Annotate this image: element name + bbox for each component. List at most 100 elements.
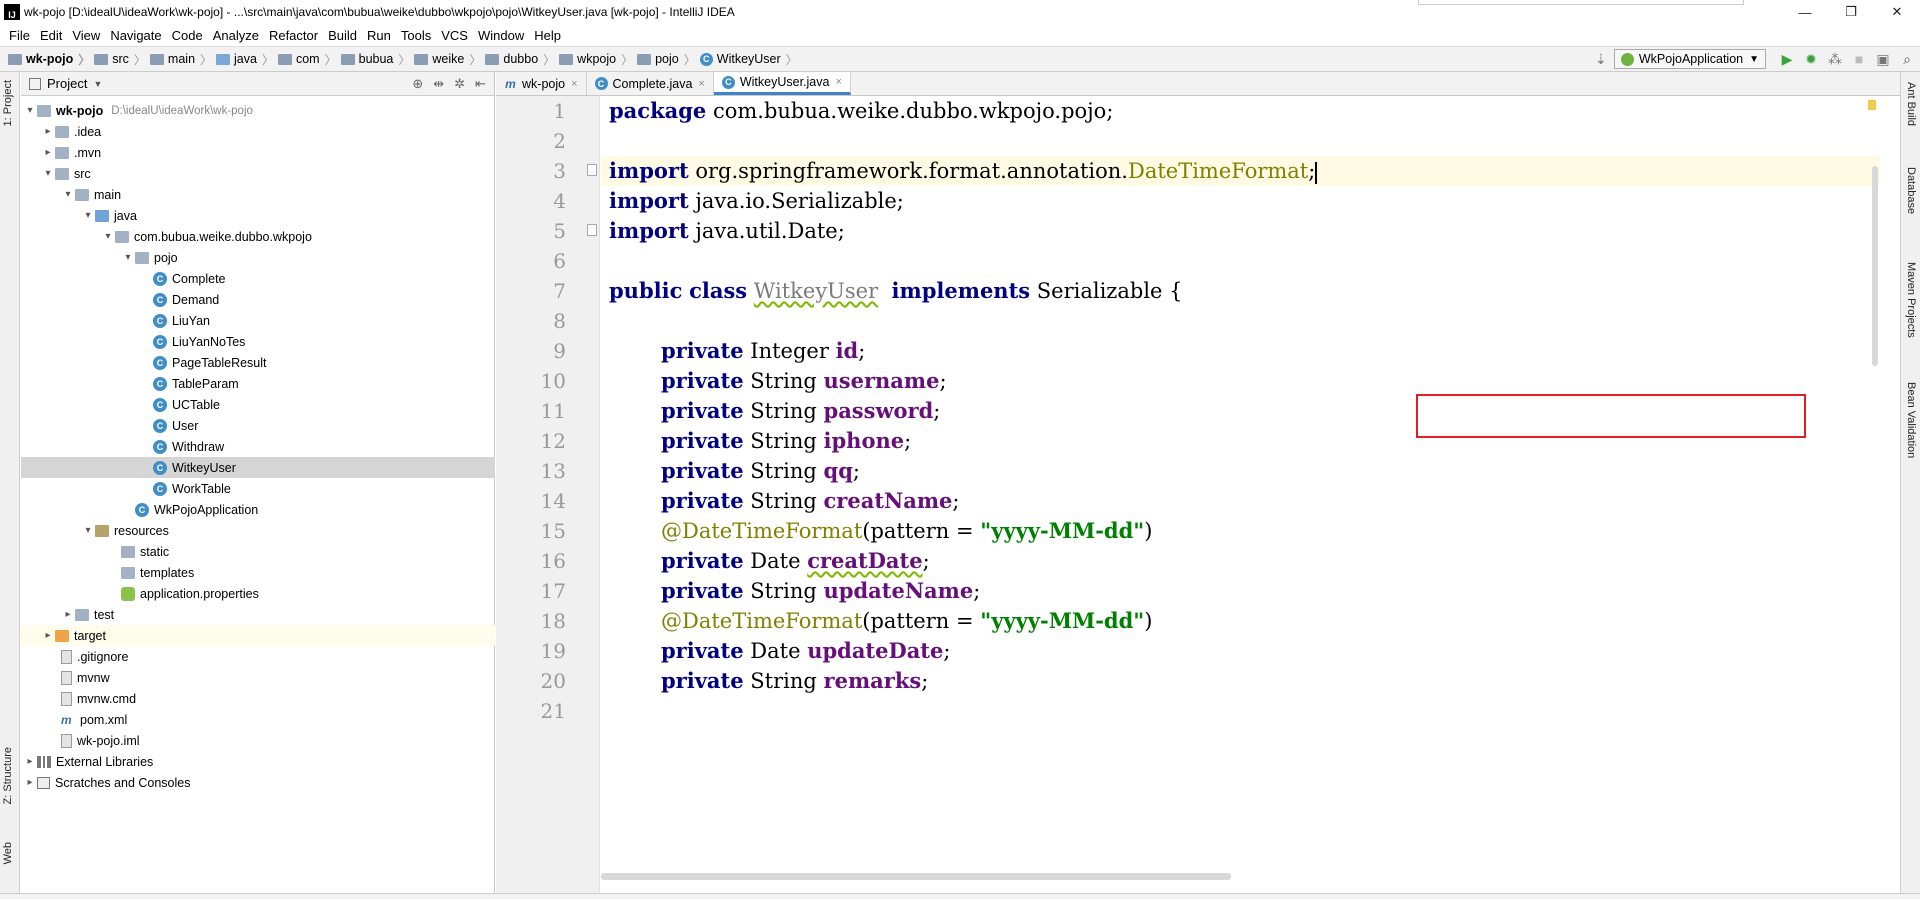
tree-item[interactable]: ▸ .idea [21,121,495,142]
tree-item[interactable]: application.properties [21,583,495,604]
tree-item[interactable]: C Demand [21,289,495,310]
tree-item[interactable]: ▸ test [21,604,495,625]
menu-navigate[interactable]: Navigate [105,28,166,43]
menu-help[interactable]: Help [529,28,566,43]
menu-window[interactable]: Window [473,28,529,43]
tree-item[interactable]: templates [21,562,495,583]
breadcrumb-java[interactable]: java 〉 [216,51,274,68]
expand-down-icon[interactable]: ▾ [81,210,95,221]
tree-item[interactable]: ▾ java [21,205,495,226]
coverage-icon[interactable]: ⁂ [1824,49,1846,69]
tool-tab-database[interactable]: Database [1905,167,1917,214]
tree-item[interactable]: ▸ External Libraries [21,751,495,772]
close-button[interactable]: ✕ [1874,0,1920,24]
tree-item[interactable]: ▾ main [21,184,495,205]
project-view-title[interactable]: Project [47,76,87,91]
expand-down-icon[interactable]: ▾ [121,252,135,263]
tree-item-root[interactable]: ▾ wk-pojo D:\idealU\ideaWork\wk-pojo [21,100,495,121]
menu-vcs[interactable]: VCS [436,28,473,43]
tree-item[interactable]: ▸ .mvn [21,142,495,163]
inspection-status-icon[interactable] [1868,100,1876,110]
menu-analyze[interactable]: Analyze [208,28,264,43]
tree-item[interactable]: wk-pojo.iml [21,730,495,751]
run-configuration-select[interactable]: WkPojoApplication ▼ [1613,49,1766,69]
breadcrumb-main[interactable]: main 〉 [149,51,212,68]
expand-down-icon[interactable]: ▾ [101,231,115,242]
breadcrumb-witkeyuser[interactable]: C WitkeyUser 〉 [699,51,798,68]
expand-down-icon[interactable]: ▾ [81,525,95,536]
tree-item[interactable]: C UCTable [21,394,495,415]
scrollbar-thumb[interactable] [1872,166,1878,366]
tree-item[interactable]: C Complete [21,268,495,289]
expand-down-icon[interactable]: ▾ [61,189,75,200]
tree-item[interactable]: C LiuYanNoTes [21,331,495,352]
chevron-down-icon[interactable]: ▼ [93,79,102,89]
breadcrumb-weike[interactable]: weike 〉 [414,51,481,68]
expand-right-icon[interactable]: ▸ [61,609,75,620]
collapse-all-icon[interactable]: ⇹ [433,76,444,92]
locate-icon[interactable]: ⊕ [412,76,423,92]
tree-item[interactable]: C Withdraw [21,436,495,457]
menu-run[interactable]: Run [362,28,396,43]
breadcrumb-wk-pojo[interactable]: wk-pojo 〉 [8,51,90,68]
tab-witkeyuser-java[interactable]: C WitkeyUser.java × [713,72,851,95]
breadcrumb-com[interactable]: com 〉 [277,51,337,68]
hide-icon[interactable]: ⇤ [475,76,486,92]
tree-item[interactable]: mvnw [21,667,495,688]
expand-down-icon[interactable]: ▾ [41,168,55,179]
minimize-button[interactable]: — [1782,0,1828,24]
gear-icon[interactable]: ✲ [454,76,465,92]
close-icon[interactable]: × [698,78,704,90]
breadcrumb-wkpojo[interactable]: wkpojo 〉 [559,51,633,68]
tree-item[interactable]: m pom.xml [21,709,495,730]
expand-right-icon[interactable]: ▸ [23,777,37,788]
menu-code[interactable]: Code [167,28,208,43]
debug-icon[interactable]: ✹ [1800,49,1822,69]
breadcrumb-dubbo[interactable]: dubbo 〉 [485,51,555,68]
expand-right-icon[interactable]: ▸ [23,756,37,767]
tool-tab-structure[interactable]: Z: Structure [2,747,14,804]
menu-view[interactable]: View [67,28,105,43]
tree-item[interactable]: ▾ src [21,163,495,184]
tree-item[interactable]: .gitignore [21,646,495,667]
tree-item[interactable]: C WkPojoApplication [21,499,495,520]
tree-item[interactable]: C LiuYan [21,310,495,331]
breadcrumb-src[interactable]: src 〉 [94,51,146,68]
stop-icon[interactable]: ■ [1848,49,1870,69]
menu-tools[interactable]: Tools [396,28,436,43]
tool-tab-maven-projects[interactable]: Maven Projects [1905,262,1917,338]
tree-item[interactable]: ▸ Scratches and Consoles [21,772,495,793]
tree-item[interactable]: mvnw.cmd [21,688,495,709]
tool-tab-ant-build[interactable]: Ant Build [1905,82,1917,126]
tree-item[interactable]: ▸ target [21,625,495,646]
vertical-scrollbar[interactable] [1866,96,1880,876]
tool-tab-bean-validation[interactable]: Bean Validation [1905,382,1917,458]
tree-item[interactable]: C TableParam [21,373,495,394]
expand-down-icon[interactable]: ▾ [23,105,37,116]
breadcrumb-pojo[interactable]: pojo 〉 [637,51,696,68]
run-icon[interactable]: ▶ [1776,49,1798,69]
tab-wk-pojo[interactable]: m wk-pojo × [496,72,587,95]
fold-icon[interactable] [587,224,597,236]
tree-item[interactable]: static [21,541,495,562]
menu-edit[interactable]: Edit [35,28,67,43]
project-structure-icon[interactable]: ▣ [1872,49,1894,69]
menu-file[interactable]: File [4,28,35,43]
menu-refactor[interactable]: Refactor [264,28,323,43]
tree-item[interactable]: ▾ resources [21,520,495,541]
close-icon[interactable]: × [571,78,577,90]
breadcrumb-bubua[interactable]: bubua 〉 [340,51,410,68]
code-area[interactable]: 1 package com.bubua.weike.dubbo.wkpojo.po… [541,96,1880,876]
update-running-icon[interactable]: ⇣ [1590,49,1612,69]
tree-item[interactable]: C User [21,415,495,436]
menu-build[interactable]: Build [323,28,362,43]
tree-item[interactable]: ▾ pojo [21,247,495,268]
expand-right-icon[interactable]: ▸ [41,126,55,137]
restore-button[interactable]: ❐ [1828,0,1874,24]
horizontal-scrollbar[interactable] [601,873,1231,880]
tree-item[interactable]: C PageTableResult [21,352,495,373]
tree-item[interactable]: ▾ com.bubua.weike.dubbo.wkpojo [21,226,495,247]
expand-right-icon[interactable]: ▸ [41,630,55,641]
fold-icon[interactable] [587,164,597,176]
tree-item-selected[interactable]: C WitkeyUser [21,457,495,478]
